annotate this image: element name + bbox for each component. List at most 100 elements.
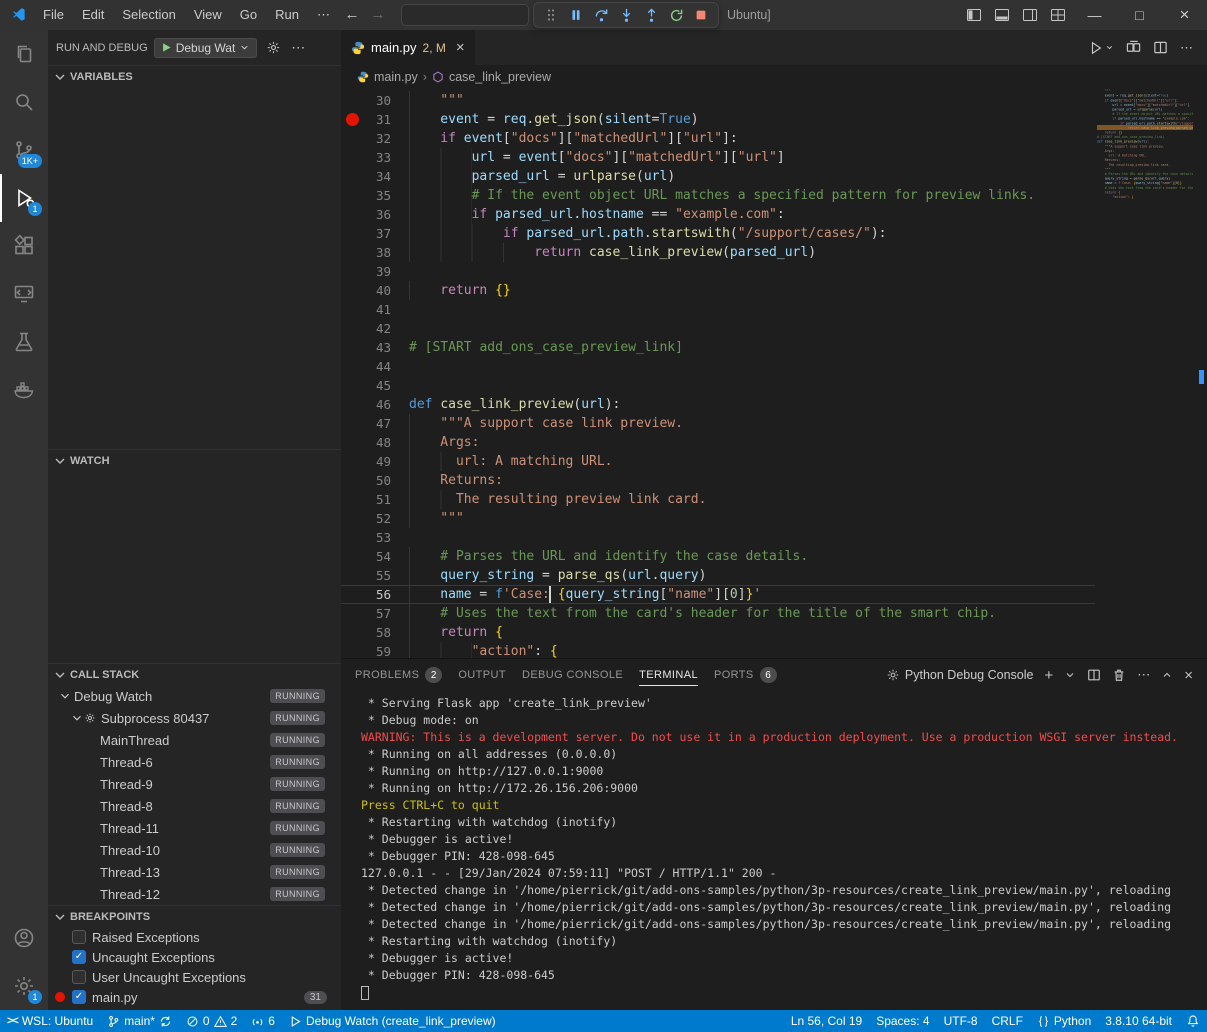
notifications-bell-icon[interactable] [1179,1010,1207,1032]
menu-edit[interactable]: Edit [73,0,113,30]
call-stack-item[interactable]: MainThreadRUNNING [48,729,341,751]
call-stack-item[interactable]: Thread-8RUNNING [48,795,341,817]
glyph-margin[interactable] [341,186,361,205]
glyph-margin[interactable] [341,414,361,433]
close-window-button[interactable]: × [1162,0,1207,30]
code-line[interactable]: 38return case_link_preview(parsed_url) [341,243,1207,262]
code-line[interactable]: 50Returns: [341,471,1207,490]
panel-tab-terminal[interactable]: TERMINAL [639,659,698,691]
step-into-button[interactable] [615,4,637,26]
glyph-margin[interactable] [341,528,361,547]
pause-button[interactable] [565,4,587,26]
encoding-item[interactable]: UTF-8 [937,1010,985,1032]
code-line[interactable]: 54# Parses the URL and identify the case… [341,547,1207,566]
line-number[interactable]: 56 [361,585,391,604]
glyph-margin[interactable] [341,338,361,357]
glyph-margin[interactable] [341,547,361,566]
code-line[interactable]: 49url: A matching URL. [341,452,1207,471]
step-over-button[interactable] [590,4,612,26]
close-panel-button[interactable]: × [1184,668,1193,683]
line-number[interactable]: 31 [361,110,391,129]
toggle-panel-icon[interactable] [988,0,1016,30]
kill-terminal-button[interactable] [1112,668,1126,682]
code-line[interactable]: 30""" [341,91,1207,110]
code-line[interactable]: 57# Uses the text from the card's header… [341,604,1207,623]
line-number[interactable]: 59 [361,642,391,658]
line-number[interactable]: 47 [361,414,391,433]
breakpoint-icon[interactable] [346,113,359,126]
activity-testing-icon[interactable] [0,318,48,366]
remote-indicator[interactable]: >< WSL: Ubuntu [0,1010,100,1032]
glyph-margin[interactable] [341,91,361,110]
ports-item[interactable]: 6 [244,1010,282,1032]
line-number[interactable]: 54 [361,547,391,566]
line-number[interactable]: 38 [361,243,391,262]
call-stack-item[interactable]: Subprocess 80437RUNNING [48,707,341,729]
minimap[interactable]: """ event = req.get_json(silent=True) if… [1097,89,1193,658]
call-stack-item[interactable]: Thread-11RUNNING [48,817,341,839]
minimize-button[interactable]: — [1072,0,1117,30]
line-number[interactable]: 32 [361,129,391,148]
glyph-margin[interactable] [341,205,361,224]
section-variables[interactable]: VARIABLES [48,65,341,87]
line-number[interactable]: 57 [361,604,391,623]
line-number[interactable]: 52 [361,509,391,528]
restart-button[interactable] [665,4,687,26]
line-number[interactable]: 50 [361,471,391,490]
line-number[interactable]: 33 [361,148,391,167]
code-line[interactable]: 32if event["docs"]["matchedUrl"]["url"]: [341,129,1207,148]
forward-button[interactable]: → [365,0,391,30]
run-python-file-button[interactable] [1089,41,1114,55]
close-tab-icon[interactable]: × [456,39,465,56]
code-line[interactable]: 39 [341,262,1207,281]
call-stack-item[interactable]: Thread-6RUNNING [48,751,341,773]
code-line[interactable]: 31event = req.get_json(silent=True) [341,110,1207,129]
settings-gear-icon[interactable]: 1 [0,962,48,1010]
toggle-secondary-sidebar-icon[interactable] [1016,0,1044,30]
new-terminal-button[interactable]: + [1044,668,1053,683]
language-mode-item[interactable]: Python [1030,1010,1098,1032]
breakpoint-item[interactable]: User Uncaught Exceptions [48,967,341,987]
line-number[interactable]: 42 [361,319,391,338]
breakpoint-item[interactable]: Raised Exceptions [48,927,341,947]
line-number[interactable]: 37 [361,224,391,243]
activity-docker-icon[interactable] [0,366,48,414]
glyph-margin[interactable] [341,623,361,642]
breakpoint-checkbox[interactable] [72,930,86,944]
call-stack-item[interactable]: Thread-10RUNNING [48,839,341,861]
glyph-margin[interactable] [341,262,361,281]
glyph-margin[interactable] [341,471,361,490]
activity-search-icon[interactable] [0,78,48,126]
code-line[interactable]: 48Args: [341,433,1207,452]
glyph-margin[interactable] [341,129,361,148]
menu-go[interactable]: Go [231,0,266,30]
section-watch[interactable]: WATCH [48,449,341,471]
line-number[interactable]: 44 [361,357,391,376]
line-number[interactable]: 43 [361,338,391,357]
menu-selection[interactable]: Selection [113,0,184,30]
maximize-panel-icon[interactable] [1161,669,1173,681]
line-number[interactable]: 53 [361,528,391,547]
cursor-position-item[interactable]: Ln 56, Col 19 [784,1010,869,1032]
eol-item[interactable]: CRLF [985,1010,1030,1032]
breadcrumb-symbol[interactable]: case_link_preview [449,70,551,84]
glyph-margin[interactable] [341,585,361,604]
code-line[interactable]: 44 [341,357,1207,376]
line-number[interactable]: 45 [361,376,391,395]
code-line[interactable]: 34parsed_url = urlparse(url) [341,167,1207,186]
activity-run-debug-icon[interactable]: 1 [0,174,48,222]
glyph-margin[interactable] [341,224,361,243]
line-number[interactable]: 51 [361,490,391,509]
call-stack-item[interactable]: Debug WatchRUNNING [48,685,341,707]
panel-tab-problems[interactable]: PROBLEMS2 [355,659,442,691]
panel-more-button[interactable]: ⋯ [1137,667,1150,683]
code-line[interactable]: 36if parsed_url.hostname == "example.com… [341,205,1207,224]
glyph-margin[interactable] [341,509,361,528]
code-line[interactable]: 41 [341,300,1207,319]
glyph-margin[interactable] [341,300,361,319]
section-breakpoints[interactable]: BREAKPOINTS [48,905,341,927]
glyph-margin[interactable] [341,490,361,509]
glyph-margin[interactable] [341,395,361,414]
maximize-button[interactable]: □ [1117,0,1162,30]
line-number[interactable]: 46 [361,395,391,414]
